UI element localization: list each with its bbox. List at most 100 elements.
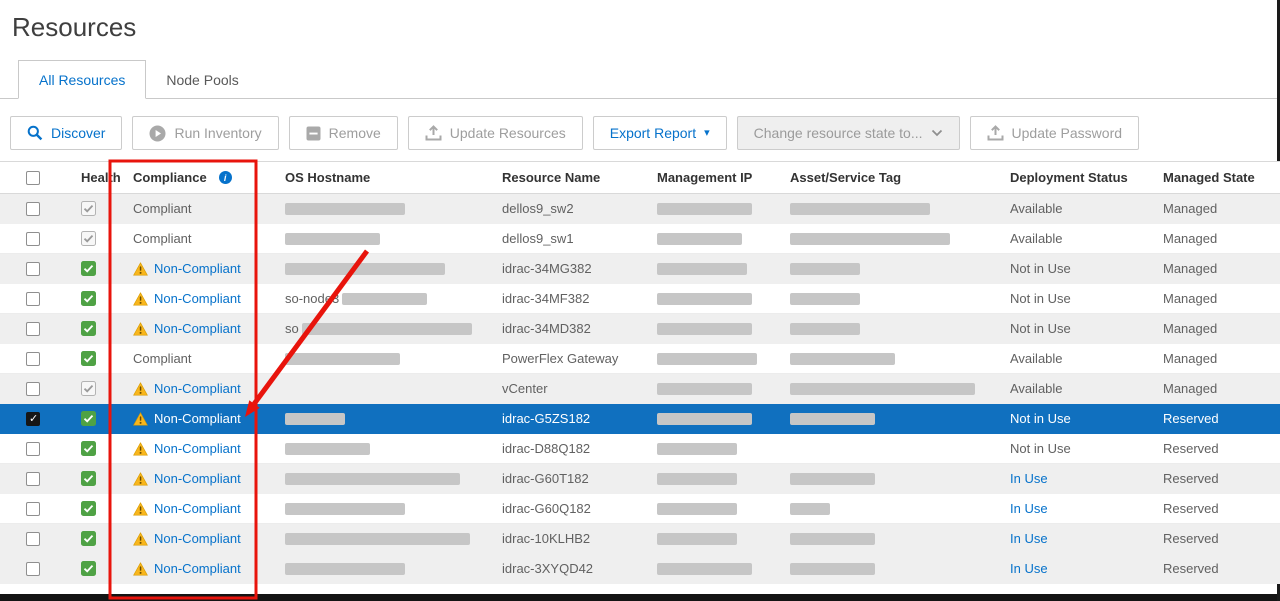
update-password-button[interactable]: Update Password [970, 116, 1140, 150]
compliance-link[interactable]: Non-Compliant [154, 291, 241, 306]
row-checkbox[interactable] [26, 562, 40, 576]
header-cell-select [0, 171, 75, 185]
column-header-resource-name[interactable]: Resource Name [500, 170, 653, 185]
cell-managed-state: Managed [1160, 291, 1280, 306]
cell-os-hostname [280, 473, 500, 485]
os-hostname-text: so [285, 321, 299, 336]
cell-health [75, 201, 128, 216]
row-checkbox[interactable] [26, 382, 40, 396]
deployment-status-text: Available [1010, 231, 1063, 246]
table-row[interactable]: Non-Compliantidrac-G5ZS182Not in UseRese… [0, 404, 1280, 434]
redacted-text [657, 563, 752, 575]
row-checkbox[interactable] [26, 502, 40, 516]
cell-managed-state: Managed [1160, 321, 1280, 336]
select-all-checkbox[interactable] [26, 171, 40, 185]
deployment-status-text: Available [1010, 381, 1063, 396]
discover-button[interactable]: Discover [10, 116, 122, 150]
compliance-link[interactable]: Non-Compliant [154, 321, 241, 336]
row-checkbox[interactable] [26, 472, 40, 486]
table-row[interactable]: Compliantdellos9_sw2AvailableManaged [0, 194, 1280, 224]
export-report-button[interactable]: Export Report ▾ [593, 116, 727, 150]
info-icon[interactable]: i [219, 171, 232, 184]
deployment-status-link[interactable]: In Use [1010, 471, 1048, 486]
row-checkbox[interactable] [26, 292, 40, 306]
cell-resource-name: idrac-G60T182 [500, 471, 653, 486]
cell-health [75, 321, 128, 336]
table-row[interactable]: Non-Compliantidrac-G60Q182In UseReserved [0, 494, 1280, 524]
column-header-compliance[interactable]: Compliancei [128, 170, 280, 185]
deployment-status-text: Not in Use [1010, 291, 1071, 306]
health-check-icon [81, 261, 96, 276]
tab-node-pools[interactable]: Node Pools [146, 61, 258, 98]
redacted-text [285, 233, 380, 245]
cell-select [0, 502, 75, 516]
table-row[interactable]: Non-Compliantsoidrac-34MD382Not in UseMa… [0, 314, 1280, 344]
compliance-link[interactable]: Non-Compliant [154, 261, 241, 276]
table-row[interactable]: Non-Compliantidrac-34MG382Not in UseMana… [0, 254, 1280, 284]
redacted-text [790, 203, 930, 215]
compliance-link[interactable]: Non-Compliant [154, 531, 241, 546]
remove-button[interactable]: Remove [289, 116, 398, 150]
column-header-management-ip[interactable]: Management IP [653, 170, 783, 185]
row-checkbox[interactable] [26, 412, 40, 426]
compliance-text: Compliant [133, 231, 192, 246]
change-resource-state-dropdown[interactable]: Change resource state to... [737, 116, 960, 150]
cell-resource-name: PowerFlex Gateway [500, 351, 653, 366]
table-row[interactable]: Compliantdellos9_sw1AvailableManaged [0, 224, 1280, 254]
column-header-os-hostname[interactable]: OS Hostname [280, 170, 500, 185]
row-checkbox[interactable] [26, 232, 40, 246]
deployment-status-link[interactable]: In Use [1010, 561, 1048, 576]
update-resources-button[interactable]: Update Resources [408, 116, 583, 150]
cell-compliance: Non-Compliant [128, 411, 280, 426]
column-header-asset-service-tag[interactable]: Asset/Service Tag [783, 170, 1005, 185]
cell-deployment-status: Available [1005, 231, 1160, 246]
redacted-text [790, 323, 860, 335]
compliance-link[interactable]: Non-Compliant [154, 501, 241, 516]
redacted-text [790, 383, 975, 395]
cell-management-ip [653, 563, 783, 575]
column-header-managed-state[interactable]: Managed State [1160, 170, 1280, 185]
row-checkbox[interactable] [26, 352, 40, 366]
compliance-link[interactable]: Non-Compliant [154, 411, 241, 426]
table-row[interactable]: Non-Compliantidrac-10KLHB2In UseReserved [0, 524, 1280, 554]
warning-icon [133, 412, 148, 426]
table-row[interactable]: Non-Compliant vCenter Available Managed [0, 374, 1280, 404]
run-inventory-button[interactable]: Run Inventory [132, 116, 278, 150]
cell-managed-state: Reserved [1160, 501, 1280, 516]
cell-management-ip [653, 413, 783, 425]
cell-managed-state: Managed [1160, 201, 1280, 216]
compliance-link[interactable]: Non-Compliant [154, 471, 241, 486]
compliance-link[interactable]: Non-Compliant [154, 561, 241, 576]
tab-all-resources[interactable]: All Resources [18, 60, 146, 99]
play-circle-icon [149, 125, 166, 142]
row-checkbox[interactable] [26, 532, 40, 546]
column-header-deployment-status[interactable]: Deployment Status [1005, 170, 1160, 185]
cell-resource-name: idrac-34MG382 [500, 261, 653, 276]
cell-select [0, 292, 75, 306]
table-row[interactable]: Non-Compliantso-node3idrac-34MF382Not in… [0, 284, 1280, 314]
warning-icon [133, 562, 148, 576]
deployment-status-link[interactable]: In Use [1010, 501, 1048, 516]
table-row[interactable]: Non-Compliantidrac-D88Q182Not in UseRese… [0, 434, 1280, 464]
cell-resource-name: idrac-D88Q182 [500, 441, 653, 456]
warning-icon [133, 472, 148, 486]
deployment-status-link[interactable]: In Use [1010, 531, 1048, 546]
cell-select [0, 322, 75, 336]
row-checkbox[interactable] [26, 202, 40, 216]
cell-managed-state: Managed [1160, 381, 1280, 396]
table-row[interactable]: CompliantPowerFlex GatewayAvailableManag… [0, 344, 1280, 374]
cell-compliance: Non-Compliant [128, 261, 280, 276]
compliance-link[interactable]: Non-Compliant [154, 381, 241, 396]
compliance-link[interactable]: Non-Compliant [154, 441, 241, 456]
column-header-health[interactable]: Health [75, 170, 128, 185]
cell-compliance: Non-Compliant [128, 321, 280, 336]
row-checkbox[interactable] [26, 322, 40, 336]
row-checkbox[interactable] [26, 442, 40, 456]
cell-select [0, 412, 75, 426]
row-checkbox[interactable] [26, 262, 40, 276]
cell-resource-name: vCenter [500, 381, 653, 396]
table-row[interactable]: Non-Compliantidrac-3XYQD42In UseReserved [0, 554, 1280, 584]
cell-compliance: Compliant [128, 201, 280, 216]
upload-icon [425, 125, 442, 141]
table-row[interactable]: Non-Compliantidrac-G60T182In UseReserved [0, 464, 1280, 494]
